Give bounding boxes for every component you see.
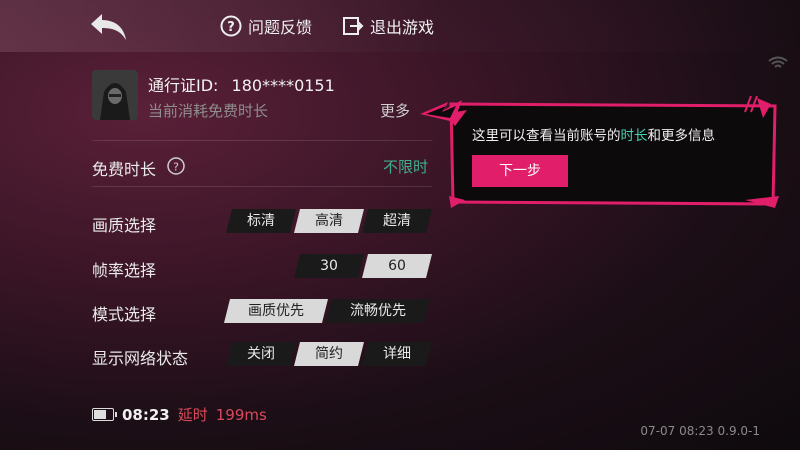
account-id: 通行证ID: 180****0151 [148, 72, 335, 96]
tooltip-text-after: 和更多信息 [647, 128, 716, 144]
version-text: 07-07 08:23 0.9.0-1 [640, 424, 760, 438]
hooded-figure-icon [92, 70, 138, 120]
fps-option-60[interactable]: 60 [362, 254, 432, 278]
latency-value: 199ms [215, 405, 267, 424]
divider [92, 140, 432, 141]
mode-option-smooth[interactable]: 流畅优先 [326, 299, 430, 323]
feedback-button[interactable]: ? 问题反馈 [220, 14, 312, 38]
account-subtitle: 当前消耗免费时长 [148, 102, 269, 120]
quality-label: 画质选择 [92, 216, 157, 235]
exit-game-button[interactable]: 退出游戏 [342, 14, 434, 38]
quality-option-uhd[interactable]: 超清 [362, 209, 432, 233]
free-time-value: 不限时 [383, 158, 429, 176]
avatar [92, 70, 138, 120]
account-id-value: 180****0151 [231, 76, 335, 95]
svg-text:?: ? [227, 20, 235, 35]
fps-selector: 30 60 [294, 254, 430, 278]
clock-time: 08:23 [122, 405, 170, 424]
battery-icon [92, 408, 117, 421]
fps-label: 帧率选择 [92, 261, 157, 280]
network-status-label: 显示网络状态 [92, 349, 189, 368]
network-option-simple[interactable]: 简约 [294, 342, 364, 366]
next-step-button[interactable]: 下一步 [472, 155, 568, 187]
mode-selector: 画质优先 流畅优先 [224, 299, 428, 323]
quality-option-hd[interactable]: 高清 [294, 209, 364, 233]
free-time-label: 免费时长 [92, 160, 157, 179]
svg-text:?: ? [173, 161, 179, 174]
quality-selector: 标清 高清 超清 [226, 209, 430, 233]
wifi-icon [768, 56, 788, 68]
divider [92, 186, 432, 187]
network-status-selector: 关闭 简约 详细 [226, 342, 430, 366]
tooltip-text-highlight: 时长 [620, 128, 648, 144]
status-bar: 08:23 延时 199ms [92, 404, 267, 425]
account-id-label: 通行证ID: [148, 76, 219, 95]
tooltip-pointer [420, 100, 462, 122]
more-link[interactable]: 更多 [380, 100, 410, 121]
network-option-detailed[interactable]: 详细 [362, 342, 432, 366]
mode-option-quality[interactable]: 画质优先 [224, 299, 328, 323]
tooltip-text-before: 这里可以查看当前账号的 [472, 128, 621, 144]
back-arrow-icon[interactable] [88, 10, 132, 44]
tooltip-frame [445, 96, 779, 208]
tooltip-text: 这里可以查看当前账号的时长和更多信息 [472, 124, 715, 144]
quality-option-sd[interactable]: 标清 [226, 209, 296, 233]
exit-icon [343, 17, 364, 35]
help-icon[interactable]: ? [167, 157, 185, 175]
more-label: 更多 [380, 102, 411, 120]
network-option-off[interactable]: 关闭 [226, 342, 296, 366]
feedback-label: 问题反馈 [248, 18, 313, 37]
mode-label: 模式选择 [92, 305, 157, 324]
question-circle-icon: ? [220, 15, 242, 37]
fps-option-30[interactable]: 30 [294, 254, 364, 278]
exit-game-label: 退出游戏 [370, 18, 435, 37]
latency-label: 延时 [177, 406, 208, 424]
